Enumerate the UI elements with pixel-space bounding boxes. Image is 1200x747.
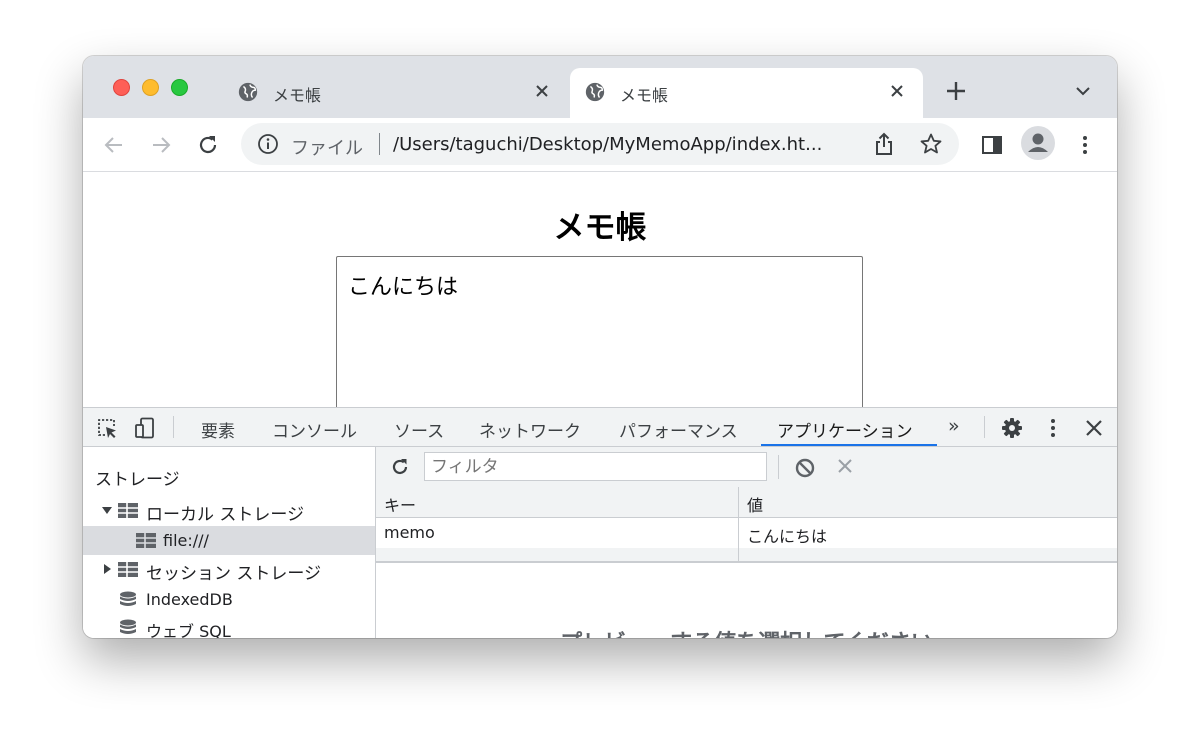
- refresh-icon[interactable]: [390, 457, 410, 477]
- application-sidebar: ストレージ ローカル ストレージ file:/// セッション ストレージ In…: [83, 447, 376, 638]
- tab-sources[interactable]: ソース: [394, 417, 444, 442]
- tab-strip: メモ帳 メモ帳: [83, 56, 1117, 118]
- tab-close-button[interactable]: [885, 79, 909, 103]
- settings-gear-icon[interactable]: [1001, 417, 1023, 439]
- clear-all-icon[interactable]: [794, 457, 816, 479]
- back-arrow-icon[interactable]: [102, 133, 126, 157]
- chevron-down-icon[interactable]: [1075, 84, 1091, 98]
- page-content: メモ帳 こんにちは: [83, 172, 1117, 426]
- close-icon: [891, 85, 903, 97]
- preview-placeholder-text: プレビューする値を選択してください: [376, 625, 1117, 638]
- minimize-window-button[interactable]: [142, 79, 159, 96]
- table-icon: [118, 562, 138, 577]
- browser-window: メモ帳 メモ帳 ファイル /Users/taguchi/Desktop/MyMe…: [83, 56, 1117, 638]
- devtools-tab-bar: 要素 コンソール ソース ネットワーク パフォーマンス アプリケーション »: [83, 408, 1117, 447]
- tab-application[interactable]: アプリケーション: [777, 417, 913, 442]
- memo-textarea[interactable]: こんにちは: [336, 256, 863, 426]
- forward-arrow-icon[interactable]: [149, 133, 173, 157]
- storage-view: キー 値 memo こんにちは プレビューする値を選択してください: [376, 447, 1117, 638]
- tab-memo-1[interactable]: メモ帳: [223, 68, 568, 118]
- column-header-value[interactable]: 値: [747, 492, 763, 516]
- table-header: キー 値: [376, 487, 1117, 518]
- sidebar-item-label: セッション ストレージ: [146, 564, 322, 584]
- page-title: メモ帳: [553, 210, 647, 246]
- address-bar[interactable]: ファイル /Users/taguchi/Desktop/MyMemoApp/in…: [241, 123, 959, 165]
- sidebar-item-label: IndexedDB: [146, 590, 233, 609]
- caret-down-icon[interactable]: [101, 504, 113, 516]
- tab-title: メモ帳: [273, 86, 322, 105]
- tab-memo-2[interactable]: メモ帳: [570, 68, 923, 118]
- tab-title: メモ帳: [620, 86, 669, 105]
- browser-toolbar: ファイル /Users/taguchi/Desktop/MyMemoApp/in…: [83, 118, 1117, 172]
- scheme-divider: [379, 133, 380, 155]
- device-toolbar-icon[interactable]: [134, 417, 156, 439]
- database-icon: [120, 591, 136, 606]
- url-text[interactable]: /Users/taguchi/Desktop/MyMemoApp/index.h…: [393, 134, 822, 155]
- storage-heading: ストレージ: [95, 470, 180, 490]
- toolbar-divider: [984, 416, 985, 438]
- sidebar-item-label: ローカル ストレージ: [146, 505, 305, 525]
- toolbar-divider: [778, 455, 779, 479]
- tab-network[interactable]: ネットワーク: [479, 417, 581, 442]
- share-icon[interactable]: [873, 132, 895, 156]
- storage-toolbar: [376, 447, 1117, 488]
- key-cell[interactable]: memo: [384, 523, 435, 542]
- storage-table: キー 値 memo こんにちは: [376, 487, 1117, 563]
- tab-performance[interactable]: パフォーマンス: [619, 417, 738, 442]
- more-tabs-button[interactable]: »: [948, 415, 960, 437]
- toolbar-divider: [173, 416, 174, 438]
- table-row[interactable]: memo こんにちは: [376, 518, 1117, 548]
- person-icon: [1028, 133, 1048, 152]
- close-window-button[interactable]: [113, 79, 130, 96]
- table-icon: [136, 533, 156, 548]
- filter-input[interactable]: [424, 452, 767, 481]
- active-tab-indicator: [761, 444, 937, 446]
- tab-console[interactable]: コンソール: [272, 417, 357, 442]
- column-divider[interactable]: [738, 487, 739, 561]
- database-icon: [120, 619, 136, 634]
- sidebar-item-local-storage[interactable]: ローカル ストレージ: [83, 496, 375, 525]
- side-panel-icon[interactable]: [980, 133, 1004, 157]
- inspect-element-icon[interactable]: [96, 417, 118, 439]
- sidebar-item-file-origin[interactable]: file:///: [83, 526, 375, 555]
- reload-icon[interactable]: [196, 133, 220, 157]
- caret-right-icon[interactable]: [101, 563, 113, 575]
- info-icon[interactable]: [257, 133, 279, 155]
- bookmark-star-icon[interactable]: [919, 132, 943, 156]
- more-vert-icon[interactable]: [1073, 133, 1097, 157]
- new-tab-button[interactable]: [945, 80, 967, 102]
- delete-selected-icon[interactable]: [836, 457, 854, 475]
- table-icon: [118, 503, 138, 518]
- sidebar-item-label: ウェブ SQL: [146, 622, 231, 638]
- more-vert-icon[interactable]: [1042, 417, 1064, 439]
- sidebar-item-label: file:///: [163, 531, 209, 550]
- sidebar-item-indexeddb[interactable]: IndexedDB: [83, 585, 375, 614]
- profile-avatar[interactable]: [1021, 126, 1055, 160]
- close-icon: [536, 85, 548, 97]
- scheme-label: ファイル: [291, 138, 363, 159]
- globe-icon: [585, 82, 605, 102]
- close-devtools-icon[interactable]: [1083, 417, 1105, 439]
- value-cell[interactable]: こんにちは: [747, 523, 827, 547]
- column-header-key[interactable]: キー: [384, 492, 416, 516]
- sidebar-item-session-storage[interactable]: セッション ストレージ: [83, 555, 375, 584]
- globe-icon: [238, 82, 258, 102]
- empty-table-row: [376, 548, 1117, 561]
- tab-elements[interactable]: 要素: [201, 417, 235, 442]
- devtools-panel: 要素 コンソール ソース ネットワーク パフォーマンス アプリケーション » ス…: [83, 407, 1117, 638]
- sidebar-item-web-sql[interactable]: ウェブ SQL: [83, 613, 375, 638]
- tab-close-button[interactable]: [530, 79, 554, 103]
- zoom-window-button[interactable]: [171, 79, 188, 96]
